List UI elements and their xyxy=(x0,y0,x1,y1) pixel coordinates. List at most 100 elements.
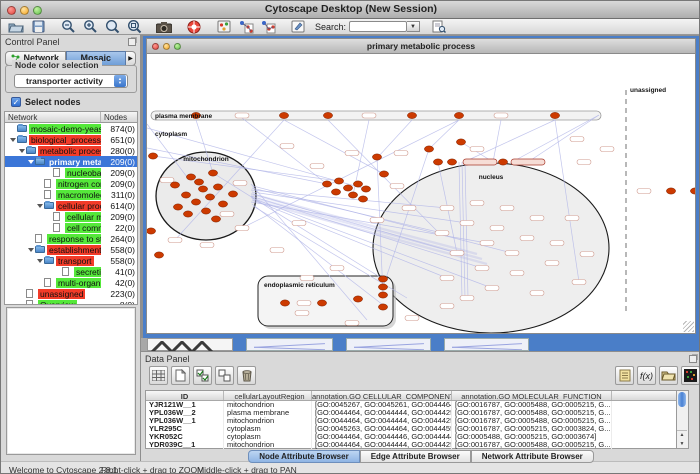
network-node[interactable] xyxy=(211,216,220,222)
network-node-label[interactable] xyxy=(402,206,416,211)
table-row[interactable]: YPL036W__1mitochondrion[GO:0044464, GO:0… xyxy=(146,417,676,425)
network-node[interactable] xyxy=(433,159,442,165)
network-node-label[interactable] xyxy=(511,159,545,165)
network-node[interactable] xyxy=(550,112,559,118)
network-node-label[interactable] xyxy=(292,221,306,226)
network-node[interactable] xyxy=(334,178,343,184)
network-node[interactable] xyxy=(205,194,214,200)
network-node-label[interactable] xyxy=(220,212,234,217)
network-node-label[interactable] xyxy=(475,266,489,271)
attribute-delete-icon[interactable] xyxy=(237,366,256,385)
tab-node-attribute-browser[interactable]: Node Attribute Browser xyxy=(248,450,360,463)
network-node[interactable] xyxy=(228,191,237,197)
network-node[interactable] xyxy=(213,184,222,190)
network-node[interactable] xyxy=(372,154,381,160)
network-node[interactable] xyxy=(378,292,387,298)
network-node-label[interactable] xyxy=(300,276,314,281)
snapshot-icon[interactable] xyxy=(154,19,174,34)
network-node-label[interactable] xyxy=(405,316,419,321)
tree-col-nodes[interactable]: Nodes xyxy=(101,112,137,122)
search-dropdown-icon[interactable]: ▼ xyxy=(407,21,420,32)
network-node[interactable] xyxy=(186,174,195,180)
network-node-label[interactable] xyxy=(470,201,484,206)
network-node[interactable] xyxy=(379,171,388,177)
tree-row[interactable]: cell communicati22(0) xyxy=(5,222,137,233)
network-node[interactable] xyxy=(361,186,370,192)
layout-params-icon[interactable] xyxy=(236,19,256,34)
zoom-selected-icon[interactable] xyxy=(124,19,144,34)
expand-arrow-icon[interactable] xyxy=(9,138,17,142)
expand-arrow-icon[interactable] xyxy=(36,259,44,263)
network-node-label[interactable] xyxy=(440,304,454,309)
zoom-out-icon[interactable] xyxy=(58,19,78,34)
help-icon[interactable] xyxy=(184,19,204,34)
tree-row[interactable]: macromolecule m311(0) xyxy=(5,189,137,200)
network-node-label[interactable] xyxy=(505,251,519,256)
network-window-titlebar[interactable]: primary metabolic process xyxy=(146,38,696,53)
birdseye-icon[interactable] xyxy=(214,19,234,34)
network-node[interactable] xyxy=(170,182,179,188)
network-node[interactable] xyxy=(183,211,192,217)
network-node-label[interactable] xyxy=(370,218,384,223)
network-node-label[interactable] xyxy=(470,147,484,152)
network-node[interactable] xyxy=(498,159,507,165)
network-node-label[interactable] xyxy=(500,206,514,211)
network-node-label[interactable] xyxy=(485,286,499,291)
network-node[interactable] xyxy=(353,296,362,302)
tree-row[interactable]: mosaic-demo-yeast874(0) xyxy=(5,123,137,134)
table-row[interactable]: YDR039C__1mitochondrion[GO:0044464, GO:0… xyxy=(146,441,676,449)
function-builder-icon[interactable]: f(x) xyxy=(637,366,656,385)
tree-row[interactable]: primary metabolic209(0) xyxy=(5,156,137,167)
column-header[interactable]: annotation.GO MOLECULAR_FUNCTION xyxy=(452,391,612,400)
network-node-label[interactable] xyxy=(235,226,249,231)
network-edge[interactable] xyxy=(528,115,599,162)
network-edge[interactable] xyxy=(464,120,555,162)
column-header[interactable]: ID xyxy=(146,391,224,400)
network-node[interactable] xyxy=(690,188,695,194)
network-node-label[interactable] xyxy=(394,151,408,156)
network-node-label[interactable] xyxy=(490,226,504,231)
background-window[interactable] xyxy=(246,338,333,351)
network-node-label[interactable] xyxy=(577,160,591,165)
network-node[interactable] xyxy=(348,192,357,198)
network-node-label[interactable] xyxy=(330,266,344,271)
layout-run-icon[interactable] xyxy=(258,19,278,34)
network-node[interactable] xyxy=(424,146,433,152)
network-node-label[interactable] xyxy=(310,164,324,169)
tree-row[interactable]: cellular metabol209(0) xyxy=(5,211,137,222)
network-node-label[interactable] xyxy=(530,216,544,221)
network-node[interactable] xyxy=(322,181,331,187)
birdseye-view[interactable] xyxy=(6,307,136,455)
tree-row[interactable]: cellular process614(0) xyxy=(5,200,137,211)
network-node-label[interactable] xyxy=(550,241,564,246)
network-node[interactable] xyxy=(378,304,387,310)
tree-row[interactable]: establishment of lo558(0) xyxy=(5,244,137,255)
search-input[interactable] xyxy=(349,21,407,32)
network-node-label[interactable] xyxy=(460,221,474,226)
notes-icon[interactable] xyxy=(615,366,634,385)
network-canvas[interactable]: plasma membrane cytoplasm mitochondrion … xyxy=(146,53,696,334)
network-node-label[interactable] xyxy=(168,238,182,243)
network-node-label[interactable] xyxy=(200,243,214,248)
annotation-icon[interactable] xyxy=(288,19,308,34)
tree-row[interactable]: secretion41(0) xyxy=(5,266,137,277)
network-node[interactable] xyxy=(208,170,217,176)
network-node[interactable] xyxy=(447,159,456,165)
network-node-label[interactable] xyxy=(530,291,544,296)
tree-row[interactable]: response to stimulu264(0) xyxy=(5,233,137,244)
tree-row[interactable]: nitrogen compoun209(0) xyxy=(5,178,137,189)
network-node[interactable] xyxy=(454,112,463,118)
tree-row[interactable]: metabolic process280(0) xyxy=(5,145,137,156)
tree-row[interactable]: nucleobase-conta209(0) xyxy=(5,167,137,178)
network-node-label[interactable] xyxy=(295,311,309,316)
network-node[interactable] xyxy=(378,276,387,282)
tree-row[interactable]: Overview8(0) xyxy=(5,299,137,305)
more-tabs-icon[interactable]: ▶ xyxy=(126,51,136,66)
scrollbar-arrows[interactable]: ▲▼ xyxy=(677,430,687,448)
scrollbar-thumb[interactable] xyxy=(678,392,686,407)
table-row[interactable]: YLR295Ccytoplasm[GO:0045263, GO:0044464,… xyxy=(146,425,676,433)
tree-row[interactable]: biological_process651(0) xyxy=(5,134,137,145)
network-node[interactable] xyxy=(317,300,326,306)
network-node-label[interactable] xyxy=(572,280,586,285)
network-node[interactable] xyxy=(323,112,332,118)
